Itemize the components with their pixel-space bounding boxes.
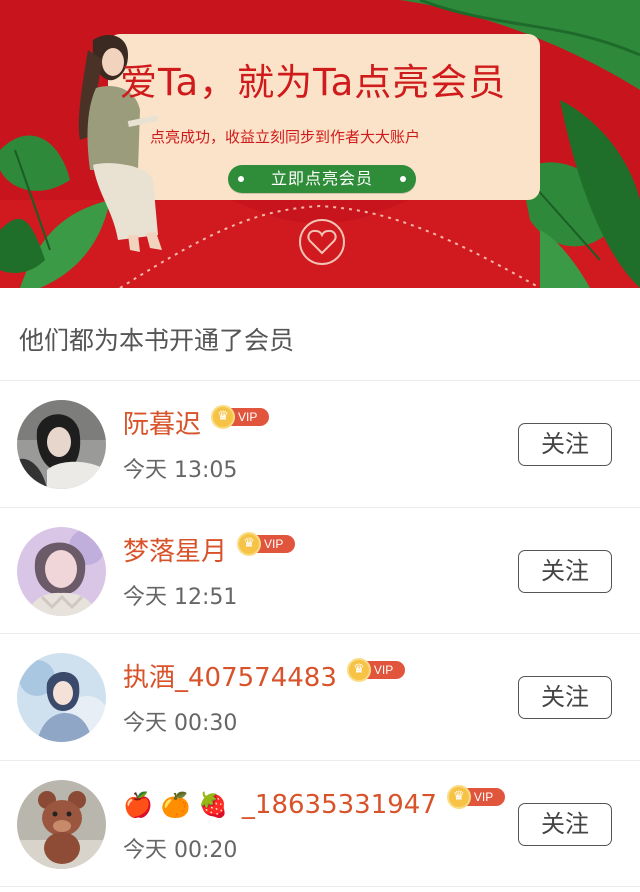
- fruit-emoji-icons: 🍎 🍊 🍓: [123, 790, 228, 819]
- timestamp: 今天 13:05: [123, 458, 238, 483]
- crown-icon: ♛: [446, 784, 471, 809]
- follow-button[interactable]: 关注: [518, 676, 612, 719]
- follow-button[interactable]: 关注: [518, 423, 612, 466]
- username[interactable]: 梦落星月: [123, 534, 227, 570]
- list-item[interactable]: 梦落星月 ♛ VIP 今天 12:51 关注: [0, 508, 640, 634]
- banner-subline: 点亮成功，收益立刻同步到作者大大账户: [150, 128, 421, 146]
- list-item[interactable]: 阮暮迟 ♛ VIP 今天 13:05 关注: [0, 381, 640, 508]
- member-name-line: 阮暮迟 ♛ VIP: [123, 405, 270, 445]
- vip-badge: ♛ VIP: [446, 784, 505, 809]
- avatar[interactable]: [17, 653, 106, 742]
- username[interactable]: 阮暮迟: [123, 407, 201, 443]
- section-title: 他们都为本书开通了会员: [0, 288, 640, 381]
- vip-badge: ♛ VIP: [211, 405, 270, 429]
- avatar[interactable]: [17, 526, 106, 616]
- list-item[interactable]: 执酒_407574483 ♛ VIP 今天 00:30 关注: [0, 634, 640, 761]
- timestamp: 今天 12:51: [123, 584, 238, 610]
- username[interactable]: 执酒_407574483: [123, 660, 337, 696]
- list-item[interactable]: 🍎 🍊 🍓 _18635331947 ♛ VIP 今天 00:20 关注: [0, 761, 640, 887]
- crown-icon: ♛: [211, 405, 236, 429]
- username[interactable]: _18635331947: [242, 787, 437, 823]
- follow-button[interactable]: 关注: [518, 802, 612, 846]
- timestamp: 今天 00:30: [123, 711, 238, 736]
- avatar[interactable]: [17, 779, 106, 869]
- member-name-line: 梦落星月 ♛ VIP: [123, 531, 296, 572]
- follow-button[interactable]: 关注: [518, 549, 612, 593]
- activate-membership-button[interactable]: 立即点亮会员: [228, 165, 416, 193]
- banner-headline: 爱Ta，就为Ta点亮会员: [120, 61, 507, 104]
- promo-banner[interactable]: 爱Ta，就为Ta点亮会员 点亮成功，收益立刻同步到作者大大账户 立即点亮会员: [0, 0, 640, 288]
- avatar[interactable]: [17, 400, 106, 489]
- member-name-line: 执酒_407574483 ♛ VIP: [123, 658, 405, 698]
- crown-icon: ♛: [346, 658, 371, 682]
- member-list: 阮暮迟 ♛ VIP 今天 13:05 关注 梦落星月 ♛ VIP 今天 12:5…: [0, 381, 640, 887]
- timestamp: 今天 00:20: [123, 837, 238, 863]
- vip-badge: ♛ VIP: [237, 531, 296, 556]
- vip-badge: ♛ VIP: [346, 658, 405, 682]
- crown-icon: ♛: [237, 531, 262, 556]
- member-name-line: 🍎 🍊 🍓 _18635331947 ♛ VIP: [123, 784, 505, 825]
